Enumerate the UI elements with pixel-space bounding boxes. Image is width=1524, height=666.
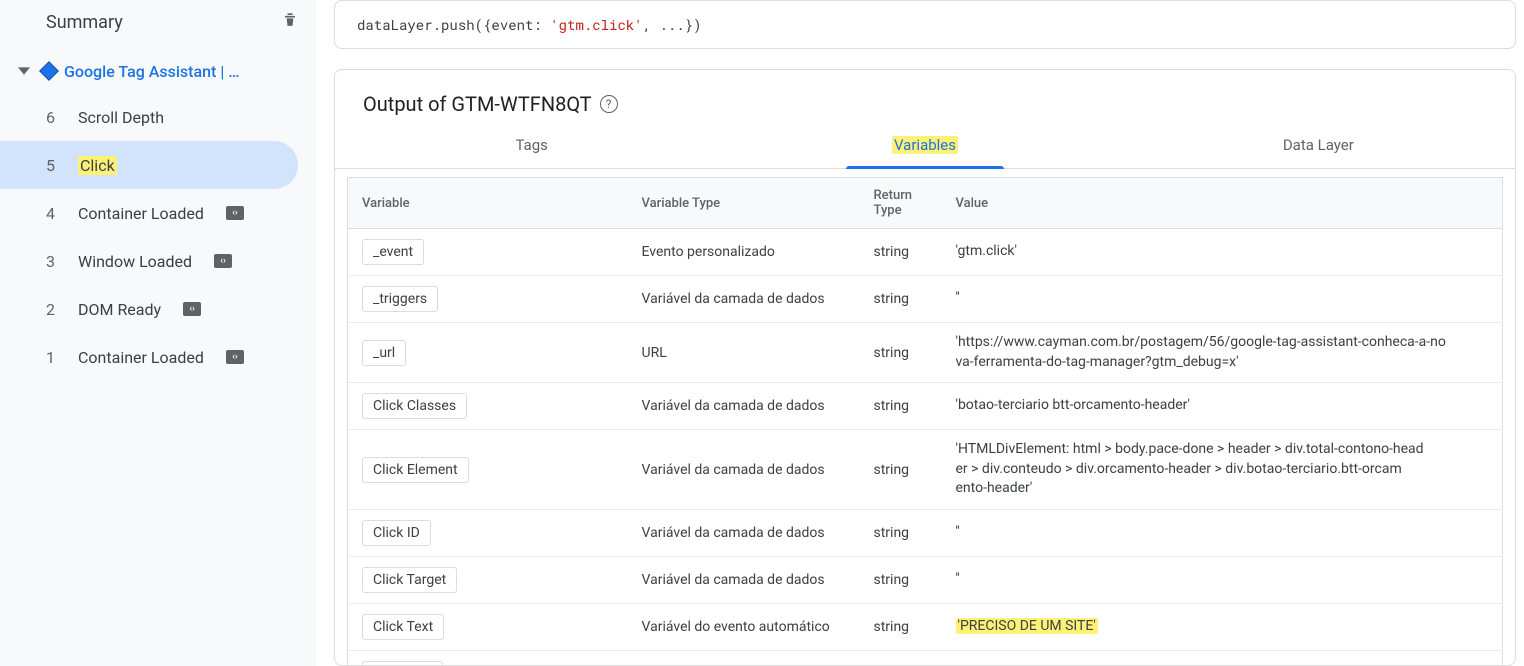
col-variable-type[interactable]: Variable Type [628, 178, 860, 229]
variables-table-wrap: Variable Variable Type Return Type Value… [335, 169, 1515, 665]
sidebar: Summary Google Tag Assistant | … 6 Scroll… [0, 0, 316, 666]
return-type: string [860, 276, 942, 323]
variable-type: Variável da camada de dados [628, 430, 860, 510]
root-node[interactable]: Google Tag Assistant | … [0, 49, 316, 93]
table-row[interactable]: Click Target Variável da camada de dadoss… [348, 556, 1503, 603]
return-type: string [860, 509, 942, 556]
variable-name[interactable]: Click Classes [362, 393, 467, 419]
event-row[interactable]: 6 Scroll Depth [0, 93, 298, 141]
variable-type: Variável da camada de dados [628, 650, 860, 665]
table-row[interactable]: _event Evento personalizadostring'gtm.cli… [348, 229, 1503, 276]
event-row[interactable]: 2 DOM Ready ‹› [0, 285, 298, 333]
table-row[interactable]: Click Element Variável da camada de dados… [348, 430, 1503, 510]
table-row[interactable]: Click Text Variável do evento automáticos… [348, 603, 1503, 650]
table-row[interactable]: _url URLstring'https://www.cayman.com.br/… [348, 323, 1503, 383]
event-number: 4 [46, 204, 58, 223]
col-value[interactable]: Value [942, 178, 1503, 229]
variable-name[interactable]: _triggers [362, 286, 438, 312]
event-number: 3 [46, 252, 58, 271]
variable-name[interactable]: _url [362, 340, 406, 366]
variables-table: Variable Variable Type Return Type Value… [347, 177, 1503, 665]
tab-variables[interactable]: Variables [728, 122, 1121, 168]
return-type: string [860, 430, 942, 510]
return-type: string [860, 323, 942, 383]
variable-name[interactable]: _event [362, 239, 424, 265]
event-row[interactable]: 1 Container Loaded ‹› [0, 333, 298, 381]
event-label: Container Loaded [78, 348, 204, 367]
code-badge-icon: ‹› [214, 254, 232, 268]
code-badge-icon: ‹› [226, 350, 244, 364]
main-panel: dataLayer.push({event: 'gtm.click', ...}… [316, 0, 1524, 666]
event-number: 6 [46, 108, 58, 127]
event-row[interactable]: 5 Click [0, 141, 298, 189]
return-type: string [860, 603, 942, 650]
event-label: DOM Ready [78, 300, 161, 319]
variable-type: Variável da camada de dados [628, 276, 860, 323]
variable-name[interactable]: Click Text [362, 614, 444, 640]
variable-value: '' [942, 650, 1503, 665]
variable-value: 'PRECISO DE UM SITE' [942, 603, 1503, 650]
tab-datalayer[interactable]: Data Layer [1122, 122, 1515, 168]
table-header-row: Variable Variable Type Return Type Value [348, 178, 1503, 229]
tab-tags[interactable]: Tags [335, 122, 728, 168]
help-icon[interactable]: ? [600, 95, 618, 113]
code-badge-icon: ‹› [183, 302, 201, 316]
variable-type: Evento personalizado [628, 229, 860, 276]
event-label: Window Loaded [78, 252, 192, 271]
variable-value: '' [942, 276, 1503, 323]
col-return-type[interactable]: Return Type [860, 178, 942, 229]
output-card: Output of GTM-WTFN8QT ? Tags Variables D… [334, 69, 1516, 666]
event-row[interactable]: 3 Window Loaded ‹› [0, 237, 298, 285]
output-title-row: Output of GTM-WTFN8QT ? [335, 70, 1515, 122]
return-type: string [860, 383, 942, 430]
variable-type: Variável da camada de dados [628, 556, 860, 603]
col-variable[interactable]: Variable [348, 178, 628, 229]
event-label: Click [78, 156, 117, 175]
code-highlight: 'gtm.click' [550, 15, 642, 34]
output-title: Output of GTM-WTFN8QT [363, 92, 592, 116]
output-tabs: Tags Variables Data Layer [335, 122, 1515, 169]
table-row[interactable]: Click Classes Variável da camada de dados… [348, 383, 1503, 430]
clear-icon[interactable] [280, 10, 300, 35]
variable-value: '' [942, 556, 1503, 603]
code-badge-icon: ‹› [226, 206, 244, 220]
variable-value: 'gtm.click' [942, 229, 1503, 276]
summary-label[interactable]: Summary [46, 12, 123, 33]
event-number: 5 [46, 156, 58, 175]
event-list: 6 Scroll Depth 5 Click 4 Container Loaded ‹› 3 W… [0, 93, 316, 381]
table-row[interactable]: _triggers Variável da camada de dadosstri… [348, 276, 1503, 323]
variable-value: 'https://www.cayman.com.br/postagem/56/g… [942, 323, 1503, 383]
variable-type: Variável da camada de dados [628, 383, 860, 430]
return-type: string [860, 650, 942, 665]
variable-name[interactable]: Click Target [362, 567, 457, 593]
table-row[interactable]: Click ID Variável da camada de dadosstrin… [348, 509, 1503, 556]
variable-value: 'HTMLDivElement: html > body.pace-done >… [942, 430, 1503, 510]
table-row[interactable]: Click URL Variável da camada de dadosstri… [348, 650, 1503, 665]
code-suffix: , ...}) [643, 15, 702, 34]
variable-value: '' [942, 509, 1503, 556]
variable-name[interactable]: Click URL [362, 661, 443, 665]
event-row[interactable]: 4 Container Loaded ‹› [0, 189, 298, 237]
code-prefix: dataLayer.push({event: [357, 15, 550, 34]
event-number: 2 [46, 300, 58, 319]
api-call-card: dataLayer.push({event: 'gtm.click', ...}… [334, 0, 1516, 49]
return-type: string [860, 229, 942, 276]
variable-type: Variável do evento automático [628, 603, 860, 650]
variable-value: 'botao-terciario btt-orcamento-header' [942, 383, 1503, 430]
event-label: Scroll Depth [78, 108, 164, 127]
variable-type: URL [628, 323, 860, 383]
variable-type: Variável da camada de dados [628, 509, 860, 556]
event-number: 1 [46, 348, 58, 367]
summary-header: Summary [0, 6, 316, 49]
collapse-icon[interactable] [18, 62, 30, 81]
root-label: Google Tag Assistant | … [64, 62, 300, 81]
event-label: Container Loaded [78, 204, 204, 223]
variable-name[interactable]: Click Element [362, 457, 469, 483]
return-type: string [860, 556, 942, 603]
diamond-icon [39, 61, 59, 81]
variable-name[interactable]: Click ID [362, 520, 431, 546]
